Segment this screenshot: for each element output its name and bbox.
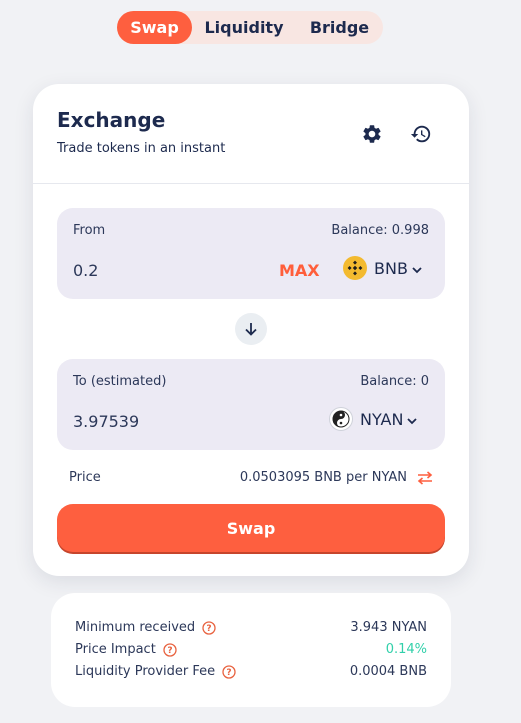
from-balance: Balance: 0.998 xyxy=(331,223,429,238)
to-balance: Balance: 0 xyxy=(360,374,429,389)
svg-text:?: ? xyxy=(167,646,172,656)
chevron-down-icon xyxy=(412,259,422,278)
price-impact-label: Price Impact xyxy=(75,642,156,657)
from-panel: From Balance: 0.998 0.2 MAX BNB xyxy=(57,208,445,299)
help-icon[interactable]: ? xyxy=(163,642,177,657)
price-row: Price 0.0503095 BNB per NYAN xyxy=(69,470,433,485)
price-impact-row: Price Impact ? 0.14% xyxy=(75,642,427,657)
exchange-card: Exchange Trade tokens in an instant From… xyxy=(33,84,469,576)
svg-text:?: ? xyxy=(227,668,232,678)
tab-swap[interactable]: Swap xyxy=(117,11,192,44)
swap-button[interactable]: Swap xyxy=(57,504,445,552)
chevron-down-icon xyxy=(407,410,418,429)
lp-fee-label: Liquidity Provider Fee xyxy=(75,664,216,679)
tab-liquidity[interactable]: Liquidity xyxy=(192,11,296,44)
trade-details-card: Minimum received ? 3.943 NYAN Price Impa… xyxy=(51,593,451,707)
history-icon[interactable] xyxy=(409,122,433,146)
gear-icon[interactable] xyxy=(360,122,384,146)
tab-bridge[interactable]: Bridge xyxy=(296,11,383,44)
to-token-symbol: NYAN xyxy=(360,409,404,429)
to-token-selector[interactable]: NYAN xyxy=(329,407,418,431)
lp-fee-value: 0.0004 BNB xyxy=(349,664,427,679)
price-impact-value: 0.14% xyxy=(385,642,427,657)
to-amount-input[interactable]: 3.97539 xyxy=(73,412,139,431)
price-label: Price xyxy=(69,470,101,485)
arrow-down-icon[interactable] xyxy=(235,313,267,345)
card-title: Exchange xyxy=(57,108,166,132)
svg-text:?: ? xyxy=(207,624,212,634)
max-button[interactable]: MAX xyxy=(279,261,320,280)
minimum-received-value: 3.943 NYAN xyxy=(350,620,427,635)
card-subtitle: Trade tokens in an instant xyxy=(57,141,226,156)
bnb-logo-icon xyxy=(343,256,367,280)
from-amount-input[interactable]: 0.2 xyxy=(73,261,98,280)
minimum-received-row: Minimum received ? 3.943 NYAN xyxy=(75,620,427,635)
swap-horizontal-icon[interactable] xyxy=(417,470,433,485)
help-icon[interactable]: ? xyxy=(222,664,236,679)
minimum-received-label: Minimum received xyxy=(75,620,196,635)
to-label: To (estimated) xyxy=(73,374,167,389)
card-header: Exchange Trade tokens in an instant xyxy=(33,84,469,184)
price-value: 0.0503095 BNB per NYAN xyxy=(239,470,407,485)
from-label: From xyxy=(73,223,106,238)
from-token-selector[interactable]: BNB xyxy=(343,256,422,280)
nyan-logo-icon xyxy=(329,407,353,431)
lp-fee-row: Liquidity Provider Fee ? 0.0004 BNB xyxy=(75,664,427,679)
help-icon[interactable]: ? xyxy=(202,620,216,635)
nav-tabs: Swap Liquidity Bridge xyxy=(117,11,383,44)
from-token-symbol: BNB xyxy=(374,258,408,278)
to-panel: To (estimated) Balance: 0 3.97539 NYAN xyxy=(57,359,445,450)
